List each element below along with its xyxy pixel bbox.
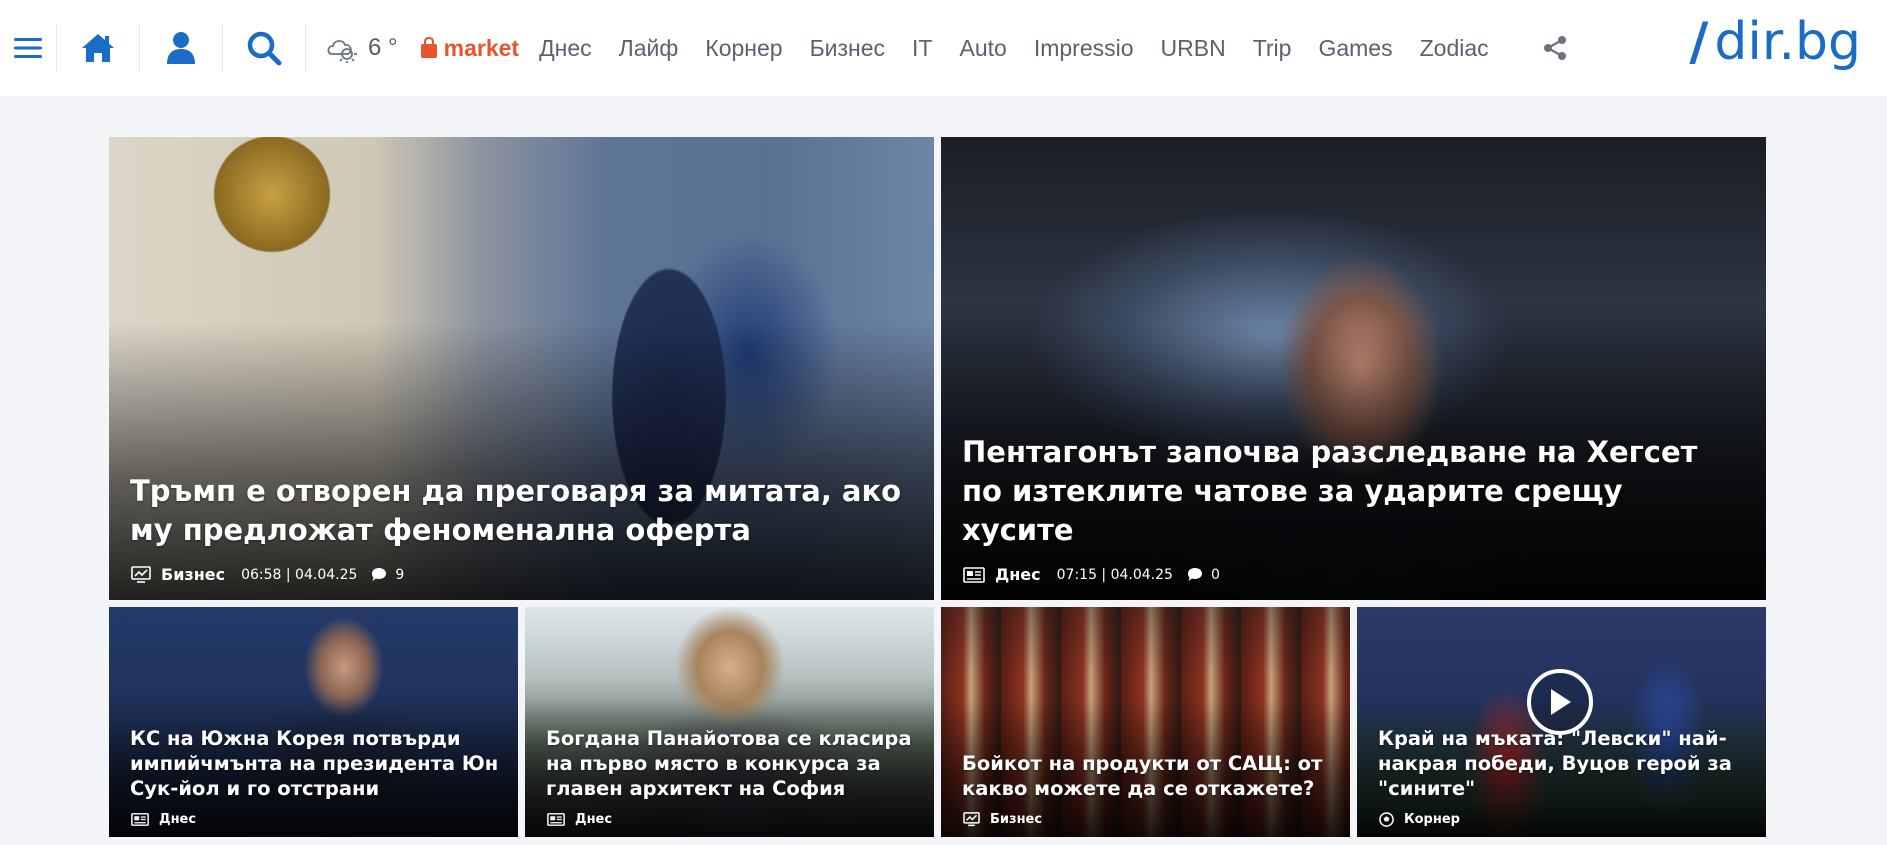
article-category[interactable]: Днес: [995, 565, 1041, 584]
weather-widget[interactable]: 6 °: [324, 32, 398, 64]
article-category[interactable]: Днес: [159, 812, 196, 827]
play-icon: [1551, 689, 1571, 715]
secondary-article-1[interactable]: КС на Южна Корея потвърди импийчмънта на…: [109, 607, 518, 837]
article-time: 07:15 | 04.04.25: [1056, 566, 1173, 583]
article-title: КС на Южна Корея потвърди импийчмънта на…: [130, 727, 499, 800]
article-time: 06:58 | 04.04.25: [241, 566, 358, 583]
article-meta: Бизнес: [963, 812, 1058, 827]
article-title: Тръмп е отворен да преговаря за митата, …: [130, 474, 902, 547]
chart-icon: [963, 812, 980, 827]
article-title: Богдана Панайотова се класира на първо м…: [546, 727, 912, 800]
chart-icon: [131, 565, 151, 583]
weather-temperature: 6 °: [368, 34, 398, 61]
menu-icon: [14, 38, 42, 58]
article-title: Край на мъката: "Левски" най-накрая побе…: [1378, 727, 1732, 800]
newspaper-icon: [963, 566, 985, 583]
article-title: Бойкот на продукти от САЩ: от какво може…: [962, 752, 1323, 800]
secondary-article-4[interactable]: Край на мъката: "Левски" най-накрая побе…: [1357, 607, 1766, 837]
home-icon: [82, 34, 114, 62]
newspaper-icon: [131, 813, 149, 826]
secondary-article-3[interactable]: Бойкот на продукти от САЩ: от какво може…: [941, 607, 1350, 837]
article-meta: Корнер: [1379, 812, 1476, 827]
comment-icon: [1187, 568, 1202, 581]
article-category[interactable]: Бизнес: [161, 565, 225, 584]
top-navigation-bar: 6 ° market Днес Лайф Корнер Бизнес IT Au…: [0, 0, 1887, 96]
nav-item-auto[interactable]: Auto: [960, 35, 1007, 62]
user-button[interactable]: [140, 0, 222, 96]
nav-item-urbn[interactable]: URBN: [1161, 35, 1226, 62]
nav-item-life[interactable]: Лайф: [619, 35, 679, 62]
comment-count: 0: [1210, 566, 1220, 583]
newspaper-icon: [547, 813, 565, 826]
market-link[interactable]: market: [420, 35, 519, 62]
nav-item-trip[interactable]: Trip: [1253, 35, 1292, 62]
article-category[interactable]: Бизнес: [990, 812, 1042, 827]
share-icon: [1543, 36, 1566, 60]
nav-item-dnes[interactable]: Днес: [539, 35, 592, 62]
article-title: Пентагонът започва разследване на Хегсет…: [962, 435, 1698, 547]
nav-item-impressio[interactable]: Impressio: [1034, 35, 1134, 62]
search-button[interactable]: [223, 0, 305, 96]
article-meta: Бизнес 06:58 | 04.04.25 9: [131, 565, 404, 584]
weather-icon: [327, 40, 357, 63]
divider: [305, 24, 306, 72]
nav-item-zodiac[interactable]: Zodiac: [1420, 35, 1489, 62]
nav-item-games[interactable]: Games: [1318, 35, 1392, 62]
user-icon: [167, 32, 195, 64]
article-meta: Днес: [547, 812, 628, 827]
section-navigation: Днес Лайф Корнер Бизнес IT Auto Impressi…: [539, 35, 1516, 62]
main-article-1[interactable]: Тръмп е отворен да преговаря за митата, …: [109, 137, 934, 600]
article-meta: Днес 07:15 | 04.04.25 0: [963, 565, 1220, 584]
main-article-2[interactable]: Пентагонът започва разследване на Хегсет…: [941, 137, 1766, 600]
article-meta: Днес: [131, 812, 212, 827]
logo-text: dir.bg: [1714, 12, 1861, 72]
nav-item-it[interactable]: IT: [912, 35, 932, 62]
comment-count: 9: [395, 566, 405, 583]
menu-button[interactable]: [0, 0, 56, 96]
soccer-ball-icon: [1379, 812, 1394, 827]
logo-slash: /: [1689, 12, 1709, 72]
market-label: market: [443, 34, 520, 61]
article-category[interactable]: Корнер: [1404, 812, 1460, 827]
shopping-bag-icon: [420, 37, 437, 58]
share-button[interactable]: [1542, 35, 1568, 61]
comment-icon: [372, 568, 387, 581]
search-icon: [247, 31, 282, 66]
secondary-article-2[interactable]: Богдана Панайотова се класира на първо м…: [525, 607, 934, 837]
article-gradient: [109, 322, 934, 600]
nav-item-business[interactable]: Бизнес: [810, 35, 885, 62]
site-logo[interactable]: / dir.bg: [1689, 12, 1861, 72]
nav-item-corner[interactable]: Корнер: [705, 35, 782, 62]
home-button[interactable]: [57, 0, 139, 96]
article-category[interactable]: Днес: [575, 812, 612, 827]
